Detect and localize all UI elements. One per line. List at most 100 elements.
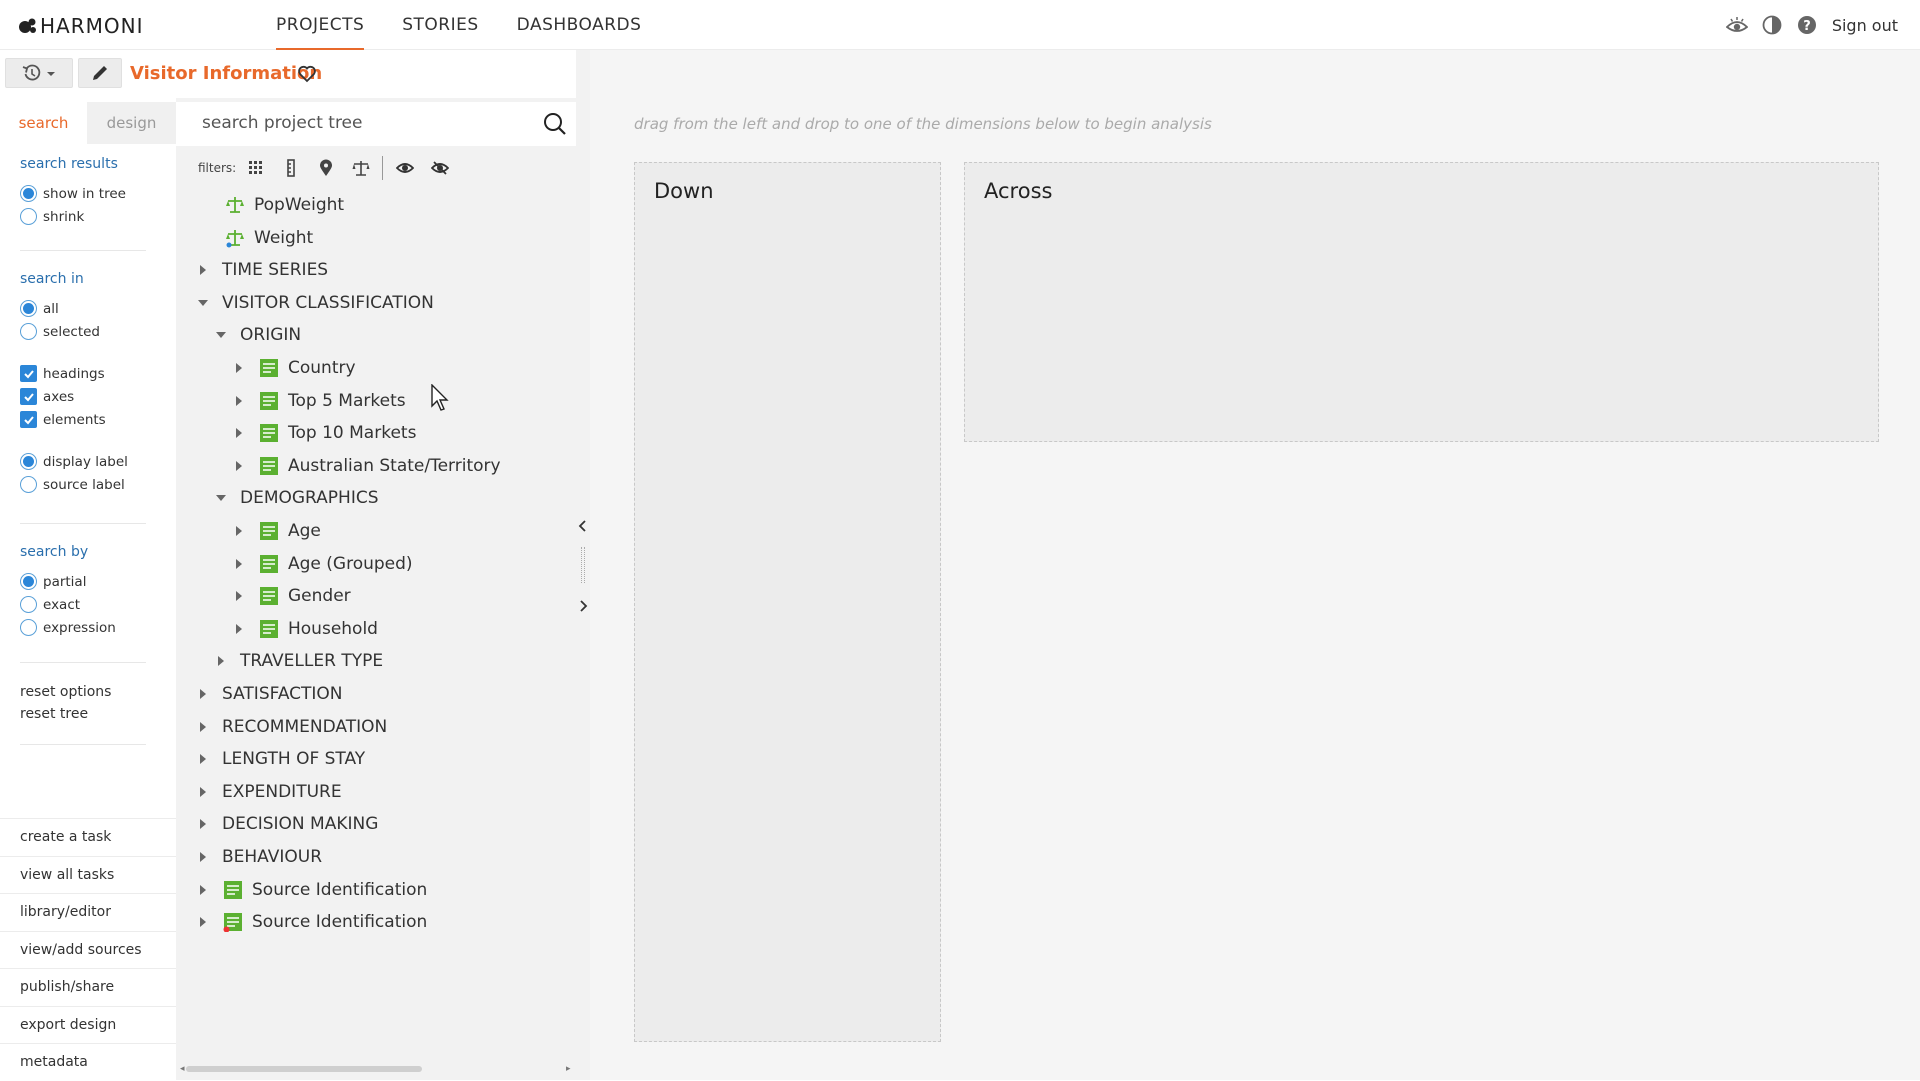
collapse-caret-icon[interactable]	[196, 296, 210, 310]
contrast-icon[interactable]	[1761, 14, 1783, 36]
resize-grip[interactable]	[581, 547, 585, 583]
eye-icon[interactable]	[1725, 14, 1748, 36]
expand-caret-icon[interactable]	[232, 426, 246, 440]
radio-button[interactable]	[20, 185, 37, 202]
tree-node-gender[interactable]: Gender	[232, 581, 351, 611]
tree-node-top-10-markets[interactable]: Top 10 Markets	[232, 418, 416, 448]
expand-caret-icon[interactable]	[196, 263, 210, 277]
tree-node-length-of-stay[interactable]: LENGTH OF STAY	[196, 744, 365, 774]
radio-all[interactable]: all	[20, 297, 148, 320]
radio-display-label[interactable]: display label	[20, 450, 148, 473]
down-dropzone[interactable]: Down	[634, 162, 941, 1042]
radio-button[interactable]	[20, 619, 37, 636]
metadata-link[interactable]: metadata	[0, 1043, 176, 1081]
radio-expression[interactable]: expression	[20, 616, 148, 639]
tree-node-decision-making[interactable]: DECISION MAKING	[196, 809, 378, 839]
checkbox-headings[interactable]: headings	[20, 362, 148, 385]
ruler-filter-icon[interactable]	[281, 158, 301, 178]
radio-shrink[interactable]: shrink	[20, 205, 148, 228]
expand-caret-icon[interactable]	[232, 394, 246, 408]
radio-button[interactable]	[20, 596, 37, 613]
tree-node-australian-state-territory[interactable]: Australian State/Territory	[232, 451, 501, 481]
collapse-caret-icon[interactable]	[214, 328, 228, 342]
checkbox[interactable]	[20, 388, 37, 405]
radio-button[interactable]	[20, 300, 37, 317]
expand-caret-icon[interactable]	[196, 687, 210, 701]
nav-dashboards[interactable]: DASHBOARDS	[517, 0, 642, 50]
sign-out-link[interactable]: Sign out	[1832, 16, 1898, 35]
checkbox-elements[interactable]: elements	[20, 408, 148, 431]
show-hidden-eye-icon[interactable]	[395, 158, 415, 178]
expand-caret-icon[interactable]	[196, 817, 210, 831]
tab-design[interactable]: design	[87, 102, 176, 144]
favorite-heart-icon[interactable]	[297, 64, 317, 88]
scroll-left-arrow-icon[interactable]: ◂	[180, 1064, 185, 1074]
tree-node-source-identification[interactable]: Source Identification	[196, 907, 427, 937]
tree-node-recommendation[interactable]: RECOMMENDATION	[196, 712, 387, 742]
scroll-right-arrow-icon[interactable]: ▸	[566, 1064, 571, 1074]
tree-node-expenditure[interactable]: EXPENDITURE	[196, 777, 342, 807]
radio-show-in-tree[interactable]: show in tree	[20, 182, 148, 205]
expand-caret-icon[interactable]	[232, 622, 246, 636]
radio-source-label[interactable]: source label	[20, 473, 148, 496]
publish-share-link[interactable]: publish/share	[0, 968, 176, 1006]
across-dropzone[interactable]: Across	[964, 162, 1879, 442]
help-icon[interactable]: ?	[1796, 14, 1818, 36]
history-button[interactable]	[5, 58, 73, 88]
expand-caret-icon[interactable]	[196, 883, 210, 897]
library-editor-link[interactable]: library/editor	[0, 893, 176, 931]
expand-caret-icon[interactable]	[196, 915, 210, 929]
reset-options-link[interactable]: reset options	[20, 681, 148, 703]
nav-projects[interactable]: PROJECTS	[276, 0, 365, 50]
expand-caret-icon[interactable]	[214, 654, 228, 668]
tree-node-country[interactable]: Country	[232, 353, 356, 383]
tree-node-source-identification[interactable]: Source Identification	[196, 875, 427, 905]
expand-right-chevron-icon[interactable]	[578, 598, 588, 617]
expand-caret-icon[interactable]	[196, 785, 210, 799]
expand-caret-icon[interactable]	[196, 850, 210, 864]
weight-filter-icon[interactable]	[351, 158, 371, 178]
tree-node-time-series[interactable]: TIME SERIES	[196, 255, 328, 285]
tree-node-visitor-classification[interactable]: VISITOR CLASSIFICATION	[196, 288, 434, 318]
tree-node-popweight[interactable]: PopWeight	[224, 190, 344, 220]
radio-button[interactable]	[20, 573, 37, 590]
tree-node-top-5-markets[interactable]: Top 5 Markets	[232, 386, 406, 416]
tree-node-household[interactable]: Household	[232, 614, 378, 644]
view-all-tasks-link[interactable]: view all tasks	[0, 855, 176, 894]
search-icon[interactable]	[543, 112, 567, 140]
checkbox[interactable]	[20, 411, 37, 428]
create-task-link[interactable]: create a task	[0, 818, 176, 856]
expand-caret-icon[interactable]	[232, 361, 246, 375]
nav-stories[interactable]: STORIES	[402, 0, 478, 50]
tab-search[interactable]: search	[0, 102, 87, 144]
tree-search-input[interactable]	[202, 113, 522, 133]
export-design-link[interactable]: export design	[0, 1005, 176, 1044]
collapse-caret-icon[interactable]	[214, 491, 228, 505]
reset-tree-link[interactable]: reset tree	[20, 703, 148, 725]
horizontal-scrollbar[interactable]	[186, 1066, 422, 1072]
tree-node-age[interactable]: Age	[232, 516, 321, 546]
checkbox[interactable]	[20, 365, 37, 382]
edit-button[interactable]	[78, 58, 122, 88]
tree-node-traveller-type[interactable]: TRAVELLER TYPE	[214, 646, 383, 676]
grid-filter-icon[interactable]	[246, 158, 266, 178]
tree-node-origin[interactable]: ORIGIN	[214, 320, 301, 350]
expand-caret-icon[interactable]	[196, 720, 210, 734]
tree-node-behaviour[interactable]: BEHAVIOUR	[196, 842, 322, 872]
expand-caret-icon[interactable]	[232, 524, 246, 538]
expand-caret-icon[interactable]	[232, 557, 246, 571]
hide-eye-off-icon[interactable]	[430, 158, 450, 178]
radio-button[interactable]	[20, 208, 37, 225]
tree-node-satisfaction[interactable]: SATISFACTION	[196, 679, 343, 709]
tree-node-age-grouped[interactable]: Age (Grouped)	[232, 549, 413, 579]
map-pin-filter-icon[interactable]	[316, 158, 336, 178]
radio-partial[interactable]: partial	[20, 570, 148, 593]
radio-exact[interactable]: exact	[20, 593, 148, 616]
panel-splitter[interactable]	[576, 50, 590, 1080]
collapse-left-chevron-icon[interactable]	[578, 518, 588, 537]
tree-node-weight[interactable]: Weight	[224, 223, 313, 253]
radio-button[interactable]	[20, 476, 37, 493]
radio-button[interactable]	[20, 453, 37, 470]
expand-caret-icon[interactable]	[232, 459, 246, 473]
expand-caret-icon[interactable]	[196, 752, 210, 766]
